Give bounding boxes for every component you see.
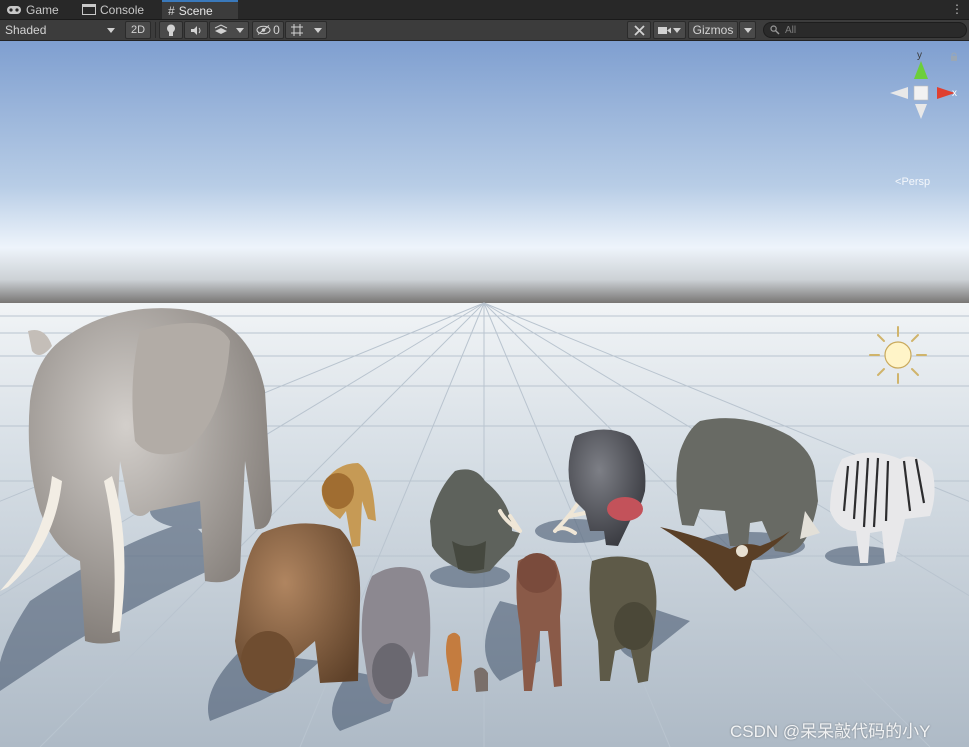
gizmos-button[interactable]: Gizmos	[688, 21, 738, 39]
axis-x-label: x	[952, 88, 957, 99]
chevron-down-icon	[743, 27, 752, 33]
tab-console[interactable]: Console	[76, 0, 160, 19]
divider	[155, 22, 156, 38]
camera-settings-dropdown[interactable]	[653, 21, 686, 39]
grid-dropdown[interactable]	[285, 21, 327, 39]
chevron-down-icon	[107, 27, 115, 33]
tab-scene[interactable]: # Scene	[162, 0, 238, 19]
camera-icon	[658, 26, 671, 34]
effects-layers-icon	[214, 24, 228, 34]
search-icon	[770, 25, 780, 35]
tools-button[interactable]	[627, 21, 651, 39]
tab-scene-label: Scene	[178, 3, 213, 18]
eye-slash-icon	[256, 25, 271, 35]
skybox	[0, 41, 969, 306]
lightbulb-icon	[167, 24, 175, 36]
toggle-2d-button[interactable]: 2D	[125, 21, 151, 39]
toggle-2d-label: 2D	[130, 24, 146, 36]
watermark-text: CSDN @呆呆敲代码的小Y	[730, 722, 931, 741]
editor-tab-bar: Game Console # Scene ⋮	[0, 0, 969, 20]
projection-toggle[interactable]: <Persp	[895, 176, 930, 188]
gizmos-label: Gizmos	[692, 23, 734, 37]
effects-dropdown[interactable]	[209, 21, 249, 39]
gizmo-center-cube[interactable]	[913, 85, 929, 101]
hidden-objects-toggle[interactable]: 0	[252, 21, 284, 39]
rabbit-model[interactable]	[474, 667, 488, 692]
tab-console-label: Console	[100, 2, 145, 17]
scene-render: y x	[0, 41, 969, 747]
tools-icon	[633, 24, 645, 36]
gizmos-dropdown[interactable]	[739, 21, 756, 39]
speaker-icon	[190, 25, 200, 35]
chevron-down-icon	[314, 27, 322, 33]
grid-snap-icon	[291, 24, 303, 36]
gamepad-icon	[7, 5, 21, 14]
scene-grid-icon: #	[168, 3, 175, 18]
chevron-down-icon	[673, 27, 681, 33]
console-icon	[82, 4, 96, 15]
scene-search-input[interactable]: All	[763, 22, 967, 38]
tab-game-label: Game	[26, 2, 59, 17]
axis-y-label: y	[917, 50, 922, 61]
scene-lighting-toggle[interactable]	[159, 21, 183, 39]
search-placeholder: All	[785, 24, 797, 36]
projection-label: Persp	[901, 176, 931, 188]
directional-light-gizmo[interactable]	[869, 326, 927, 384]
hidden-count: 0	[273, 23, 280, 37]
tab-game[interactable]: Game	[0, 0, 74, 19]
shading-mode-label: Shaded	[5, 23, 47, 37]
more-options-icon[interactable]: ⋮	[951, 2, 963, 16]
chevron-down-icon	[236, 27, 244, 33]
scene-viewport[interactable]: y x <Persp	[0, 41, 969, 747]
shading-mode-dropdown[interactable]: Shaded	[0, 21, 120, 39]
audio-toggle[interactable]	[184, 21, 208, 39]
